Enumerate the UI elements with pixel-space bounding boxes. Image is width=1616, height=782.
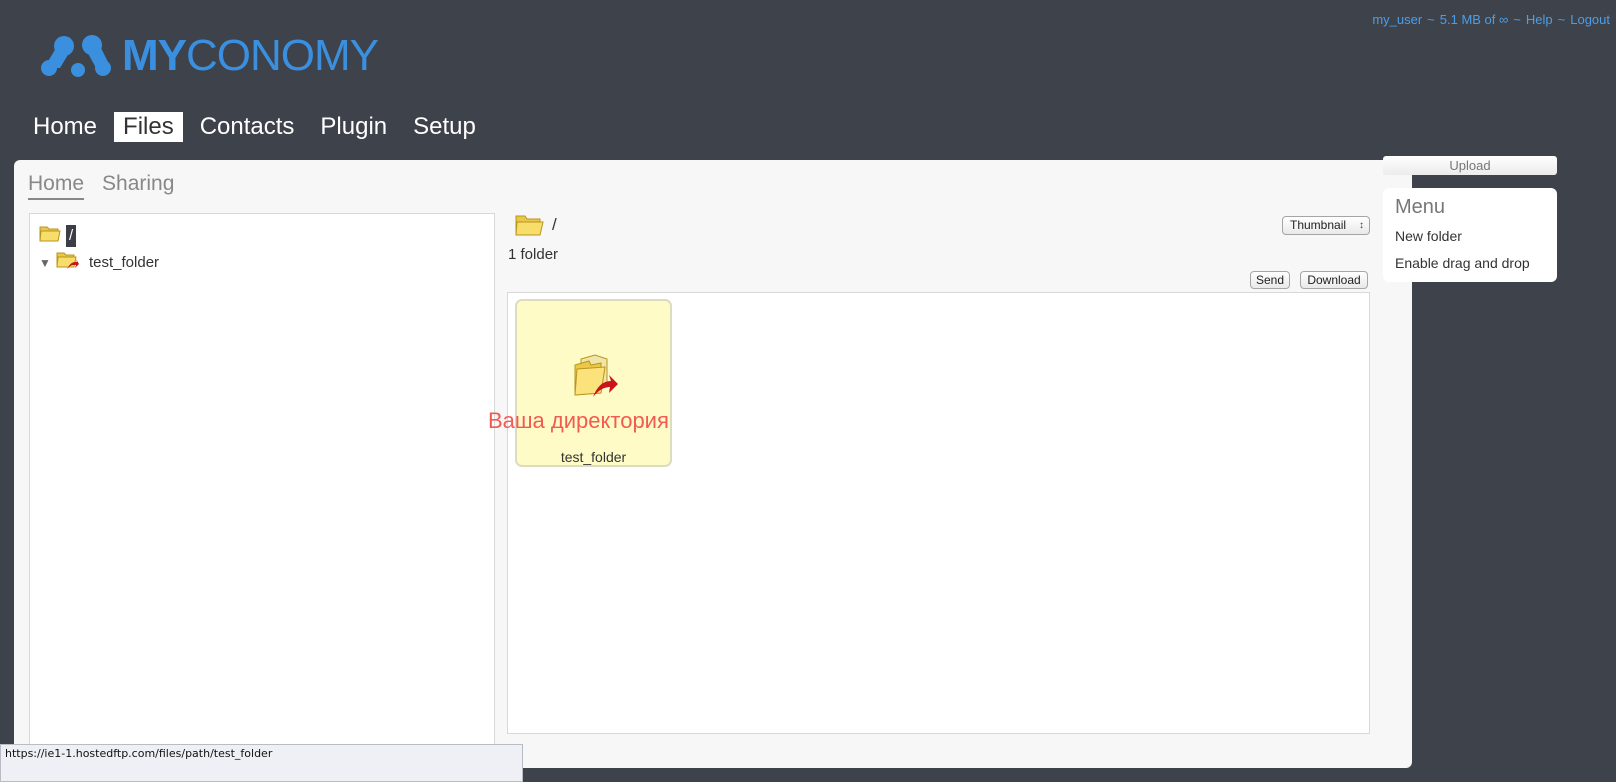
- shared-folder-icon: [55, 249, 79, 276]
- view-mode-select[interactable]: Thumbnail: [1282, 216, 1370, 235]
- storage-usage: 5.1 MB of ∞: [1439, 12, 1509, 27]
- logo-wordmark-conomy: CONOMY: [186, 31, 379, 80]
- subtab-home[interactable]: Home: [28, 172, 85, 200]
- main-nav: Home Files Contacts Plugin Setup: [24, 112, 485, 142]
- file-tile-label: test_folder: [560, 449, 627, 465]
- current-path: /: [552, 215, 557, 234]
- folder-icon: [514, 210, 544, 243]
- tree-root[interactable]: /: [39, 223, 77, 248]
- upload-button[interactable]: Upload: [1383, 156, 1557, 175]
- sub-tabs: Home Sharing: [28, 172, 174, 200]
- new-folder-menu-item[interactable]: New folder: [1395, 228, 1462, 244]
- logo-wordmark-my: MY: [122, 31, 187, 80]
- nav-home[interactable]: Home: [24, 112, 106, 142]
- help-link[interactable]: Help: [1526, 12, 1553, 27]
- folder-count: 1 folder: [508, 246, 559, 263]
- file-grid: test_folder: [507, 292, 1370, 734]
- side-menu: Menu New folder Enable drag and drop: [1383, 188, 1557, 282]
- username-link[interactable]: my_user: [1372, 12, 1422, 27]
- logo-mark-icon: [40, 34, 116, 78]
- logo-wordmark: MYCONOMY: [122, 31, 379, 80]
- separator: ~: [1557, 12, 1566, 27]
- separator: ~: [1427, 12, 1435, 27]
- nav-setup[interactable]: Setup: [404, 112, 485, 142]
- subtab-sharing[interactable]: Sharing: [102, 172, 174, 200]
- drag-drop-menu-item[interactable]: Enable drag and drop: [1395, 255, 1530, 271]
- file-tile[interactable]: test_folder: [515, 299, 672, 467]
- send-button[interactable]: Send: [1250, 271, 1290, 289]
- menu-title: Menu: [1395, 196, 1446, 218]
- tree-root-label[interactable]: /: [66, 224, 77, 247]
- nav-plugin[interactable]: Plugin: [311, 112, 396, 142]
- logout-link[interactable]: Logout: [1570, 12, 1610, 27]
- folder-icon: [39, 223, 61, 248]
- files-content-panel: Home Sharing / ▼ test_folder / Thumbnail…: [14, 160, 1412, 768]
- myconomy-logo[interactable]: MYCONOMY: [40, 31, 379, 80]
- download-button[interactable]: Download: [1300, 271, 1368, 289]
- expand-triangle-icon[interactable]: ▼: [39, 256, 51, 270]
- nav-contacts[interactable]: Contacts: [191, 112, 304, 142]
- shared-folder-icon: [571, 353, 619, 404]
- tree-item-label[interactable]: test_folder: [89, 254, 159, 271]
- account-bar: my_user ~5.1 MB of ∞ ~ Help ~ Logout: [1372, 12, 1610, 27]
- separator: ~: [1513, 12, 1521, 27]
- nav-files[interactable]: Files: [114, 112, 183, 142]
- status-bar-url: https://ie1-1.hostedftp.com/files/path/t…: [0, 744, 523, 782]
- folder-tree: / ▼ test_folder: [29, 213, 495, 753]
- caption-overlay: Ваша директория: [488, 408, 669, 433]
- tree-item[interactable]: ▼ test_folder: [39, 249, 159, 276]
